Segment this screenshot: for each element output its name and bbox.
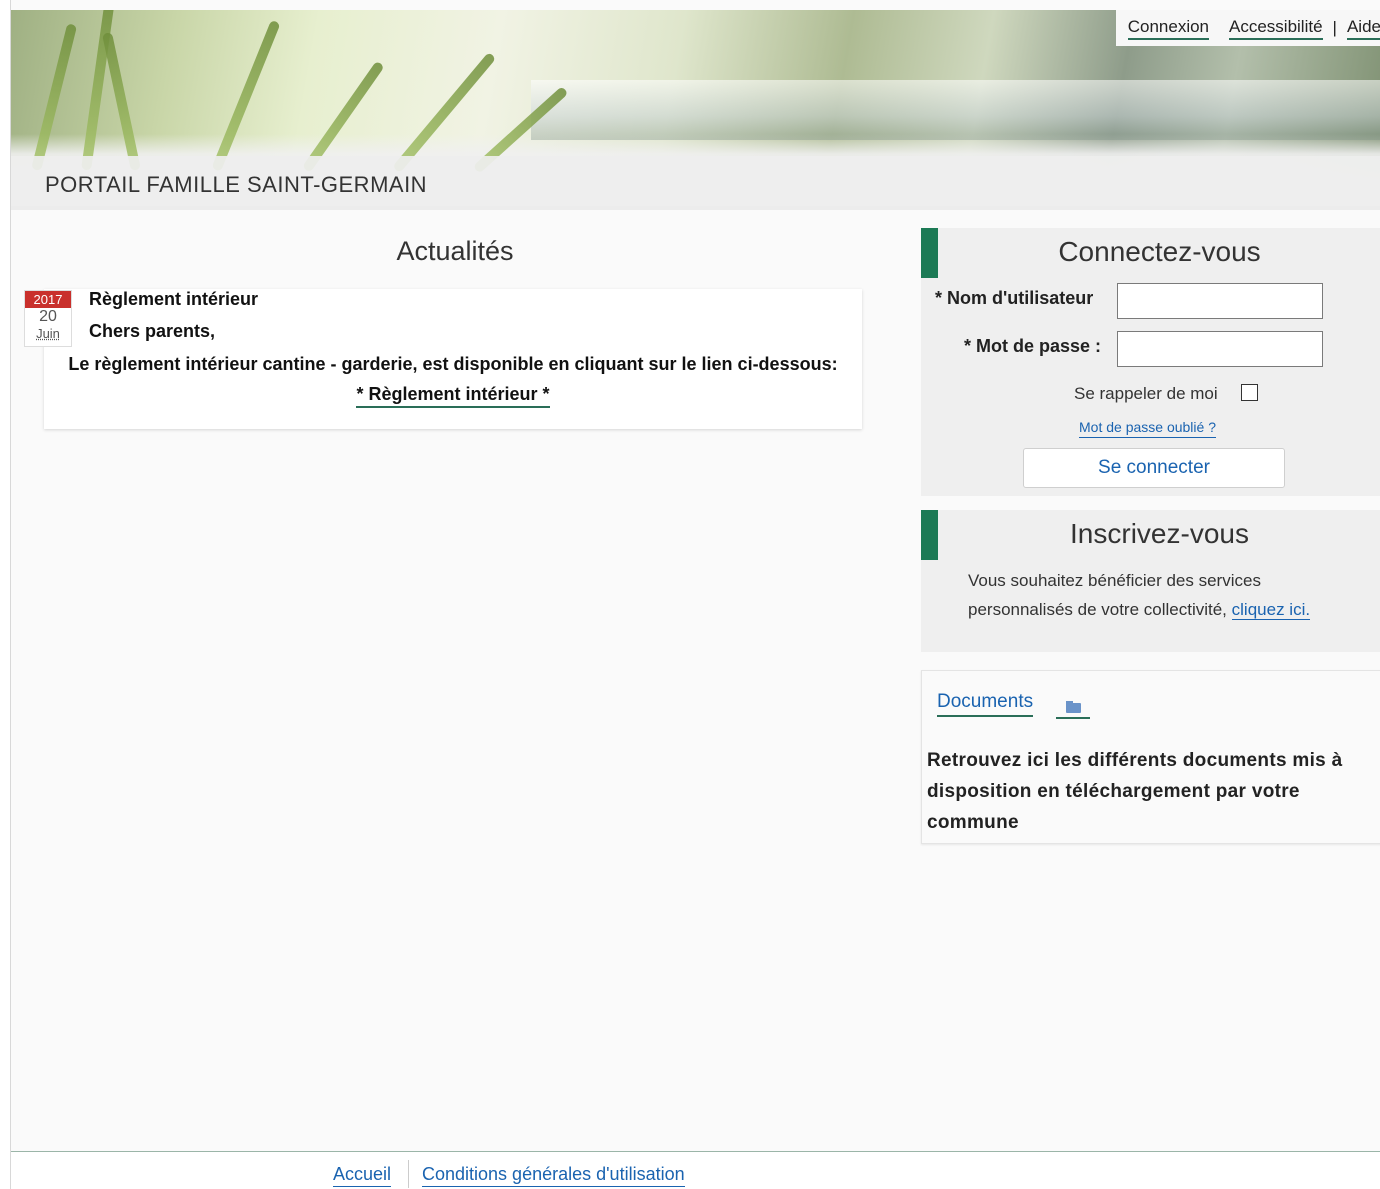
news-item-greeting: Chers parents, bbox=[89, 321, 216, 341]
remember-checkbox[interactable] bbox=[1241, 384, 1258, 401]
signup-link[interactable]: cliquez ici. bbox=[1231, 600, 1311, 620]
username-label: * Nom d'utilisateur bbox=[935, 288, 1094, 308]
news-section-title: Actualités bbox=[396, 236, 514, 266]
login-accent-bar bbox=[921, 228, 938, 278]
password-input[interactable] bbox=[1117, 331, 1323, 367]
folder-icon[interactable] bbox=[1056, 695, 1090, 719]
regulation-link[interactable]: * Règlement intérieur * bbox=[356, 384, 550, 408]
remember-label: Se rappeler de moi bbox=[1074, 384, 1218, 403]
login-link[interactable]: Connexion bbox=[1127, 17, 1209, 40]
page: PORTAIL FAMILLE SAINT-GERMAIN Connexion … bbox=[10, 0, 1380, 1189]
forgot-password-link[interactable]: Mot de passe oublié ? bbox=[1079, 419, 1216, 438]
date-month: Juin bbox=[36, 326, 60, 341]
banner-water bbox=[531, 80, 1380, 140]
banner-reed bbox=[211, 19, 281, 172]
footer-home-link[interactable]: Accueil bbox=[333, 1164, 392, 1187]
help-link[interactable]: Aide bbox=[1346, 17, 1380, 40]
date-day: 20 bbox=[39, 308, 57, 325]
signup-text: Vous souhaitez bénéficier des services p… bbox=[968, 571, 1261, 619]
signup-accent-bar bbox=[921, 510, 938, 560]
banner-reed bbox=[102, 32, 141, 172]
username-input[interactable] bbox=[1117, 283, 1323, 319]
signup-panel: Inscrivez-vous Vous souhaitez bénéficier… bbox=[921, 510, 1380, 652]
footer: Accueil Conditions générales d'utilisati… bbox=[11, 1152, 1380, 1189]
documents-description: Retrouvez ici les différents documents m… bbox=[927, 750, 1343, 833]
nav-separator: | bbox=[1332, 18, 1337, 37]
banner-reed bbox=[392, 51, 497, 174]
news-item-body: Le règlement intérieur cantine - garderi… bbox=[68, 354, 838, 374]
documents-tab: Documents bbox=[937, 691, 1034, 717]
signup-text-block: Vous souhaitez bénéficier des services p… bbox=[968, 566, 1348, 624]
news-item-title: Règlement intérieur bbox=[89, 289, 259, 309]
password-label: * Mot de passe : bbox=[964, 336, 1102, 356]
login-button[interactable]: Se connecter bbox=[1023, 448, 1285, 488]
top-nav: Connexion Accessibilité | Aide bbox=[1115, 10, 1380, 46]
footer-home-item: Accueil bbox=[333, 1164, 392, 1187]
news-item-link-row: * Règlement intérieur * bbox=[44, 384, 862, 408]
signup-title: Inscrivez-vous bbox=[1070, 518, 1249, 549]
footer-terms-item: Conditions générales d'utilisation bbox=[422, 1164, 685, 1187]
footer-separator bbox=[408, 1160, 409, 1188]
date-year: 2017 bbox=[25, 291, 71, 308]
footer-terms-link[interactable]: Conditions générales d'utilisation bbox=[422, 1164, 685, 1187]
banner-reed bbox=[31, 23, 78, 172]
documents-tab-link[interactable]: Documents bbox=[937, 691, 1034, 717]
date-badge: 2017 20 Juin bbox=[24, 290, 72, 347]
portal-title: PORTAIL FAMILLE SAINT-GERMAIN bbox=[45, 172, 428, 197]
documents-panel: Documents Retrouvez ici les différents d… bbox=[921, 670, 1380, 844]
accessibility-link[interactable]: Accessibilité bbox=[1229, 17, 1323, 40]
login-panel: Connectez-vous * Nom d'utilisateur * Mot… bbox=[921, 228, 1380, 496]
login-title: Connectez-vous bbox=[1058, 236, 1261, 267]
forgot-password-row: Mot de passe oublié ? bbox=[1079, 419, 1216, 438]
